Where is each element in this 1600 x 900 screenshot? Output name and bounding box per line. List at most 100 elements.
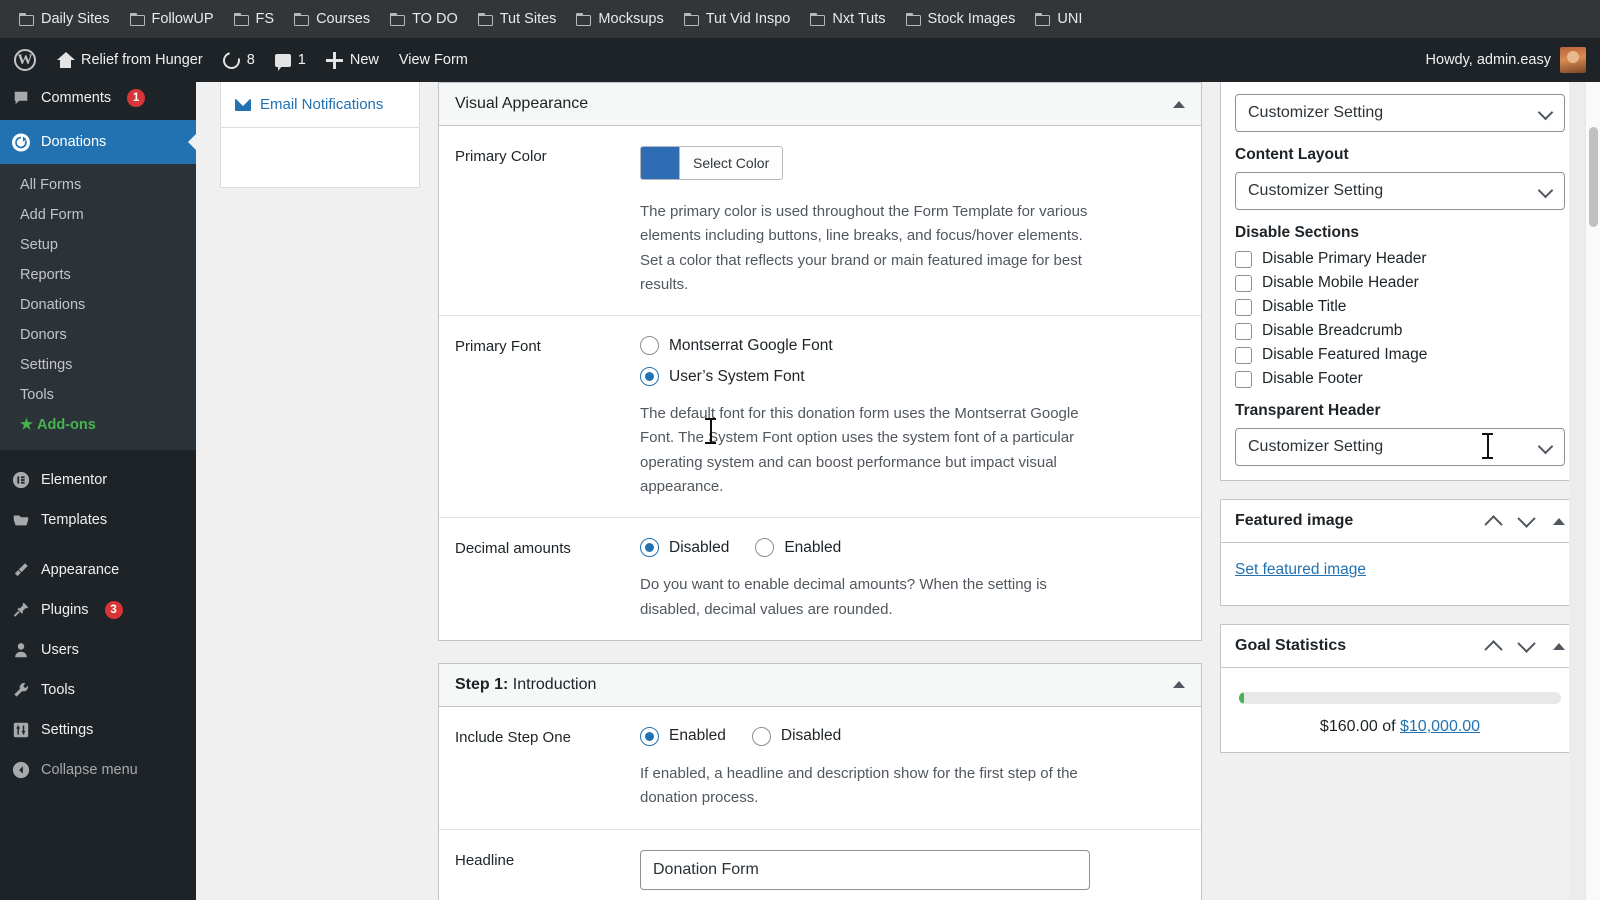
goal-target-amount[interactable]: $10,000.00 <box>1400 718 1480 735</box>
checkbox-box[interactable] <box>1235 322 1252 340</box>
move-down-icon[interactable] <box>1517 633 1536 653</box>
submenu-item-tools[interactable]: Tools <box>0 380 196 410</box>
collapse-toggle-icon[interactable] <box>1553 642 1565 650</box>
color-swatch <box>641 147 679 179</box>
submenu-item-donations[interactable]: Donations <box>0 290 196 320</box>
bookmark-followup[interactable]: FollowUP <box>121 7 223 31</box>
move-down-icon[interactable] <box>1517 508 1536 528</box>
radio-option-decimal-disabled[interactable]: Disabled <box>640 538 729 558</box>
checkbox-box[interactable] <box>1235 346 1252 364</box>
browser-scrollbar[interactable] <box>1585 82 1600 900</box>
updates-link[interactable]: 8 <box>213 38 265 82</box>
sidebar-item-plugins[interactable]: Plugins 3 <box>0 590 196 630</box>
checkbox-box[interactable] <box>1235 250 1252 268</box>
folder-icon <box>390 12 406 26</box>
radio-button[interactable] <box>755 538 775 558</box>
bookmark-daily-sites[interactable]: Daily Sites <box>10 7 119 31</box>
bookmark-to-do[interactable]: TO DO <box>381 7 467 31</box>
field-label: Headline <box>455 851 515 869</box>
radio-option-step-enabled[interactable]: Enabled <box>640 726 726 746</box>
right-sidebar: Customizer Setting Content Layout Custom… <box>1220 82 1580 900</box>
goal-statistics-header: Goal Statistics <box>1221 625 1579 668</box>
main-content-area: Email Notifications Visual Appearance Pr… <box>196 82 1600 900</box>
checkbox-disable-footer[interactable]: Disable Footer <box>1235 370 1565 388</box>
checkbox-box[interactable] <box>1235 274 1252 292</box>
step-one-header[interactable]: Step 1: Introduction <box>439 663 1201 707</box>
headline-input[interactable] <box>640 849 1090 890</box>
panel-title: Visual Appearance <box>455 95 589 112</box>
submenu-item-add-form[interactable]: Add Form <box>0 200 196 230</box>
visual-appearance-panel: Visual Appearance Primary Color Select C… <box>438 82 1202 641</box>
sidebar-item-label: Appearance <box>41 561 120 578</box>
radio-button[interactable] <box>640 336 659 356</box>
submenu-item-all-forms[interactable]: All Forms <box>0 170 196 200</box>
sidebar-item-comments[interactable]: Comments 1 <box>0 82 196 120</box>
select-value: Customizer Setting <box>1248 182 1384 199</box>
sidebar-item-elementor[interactable]: Elementor <box>0 460 196 500</box>
checkbox-disable-breadcrumb[interactable]: Disable Breadcrumb <box>1235 322 1565 340</box>
move-up-icon[interactable] <box>1484 514 1503 534</box>
bookmark-uni[interactable]: UNI <box>1026 7 1091 31</box>
goal-progress-text: $160.00 of $10,000.00 <box>1235 718 1565 742</box>
submenu-item-setup[interactable]: Setup <box>0 230 196 260</box>
bookmark-mocksups[interactable]: Mocksups <box>567 7 672 31</box>
checkbox-disable-primary-header[interactable]: Disable Primary Header <box>1235 250 1565 268</box>
bookmark-tut-vid-inspo[interactable]: Tut Vid Inspo <box>675 7 800 31</box>
checkbox-disable-mobile-header[interactable]: Disable Mobile Header <box>1235 274 1565 292</box>
submenu-item-reports[interactable]: Reports <box>0 260 196 290</box>
visual-appearance-header[interactable]: Visual Appearance <box>439 83 1201 126</box>
submenu-item-addons[interactable]: ★ Add-ons <box>0 410 196 440</box>
view-form-label: View Form <box>398 52 468 68</box>
collapse-toggle-icon[interactable] <box>1173 100 1185 108</box>
checkbox-disable-featured-image[interactable]: Disable Featured Image <box>1235 346 1565 364</box>
wordpress-logo-button[interactable]: W <box>0 38 46 82</box>
sidebar-item-appearance[interactable]: Appearance <box>0 550 196 590</box>
top-customizer-select[interactable]: Customizer Setting <box>1235 94 1565 132</box>
collapse-toggle-icon[interactable] <box>1553 517 1565 525</box>
new-content-link[interactable]: New <box>316 38 389 82</box>
submenu-item-settings[interactable]: Settings <box>0 350 196 380</box>
view-form-link[interactable]: View Form <box>389 38 478 82</box>
updates-count: 8 <box>246 52 255 68</box>
radio-label: Disabled <box>780 727 842 745</box>
sidebar-item-donations[interactable]: Donations <box>0 120 196 164</box>
transparent-header-select[interactable]: Customizer Setting <box>1235 428 1565 466</box>
radio-button[interactable] <box>751 726 771 746</box>
submenu-item-donors[interactable]: Donors <box>0 320 196 350</box>
admin-bar-account-area[interactable]: Howdy, admin.easy <box>1426 38 1600 82</box>
bookmark-label: Daily Sites <box>41 11 110 27</box>
radio-button[interactable] <box>640 726 659 746</box>
radio-button[interactable] <box>640 367 659 387</box>
move-up-icon[interactable] <box>1484 639 1503 659</box>
sidebar-item-templates[interactable]: Templates <box>0 500 196 540</box>
tab-email-notifications[interactable]: Email Notifications <box>221 82 419 128</box>
radio-option-montserrat[interactable]: Montserrat Google Font <box>640 336 1185 356</box>
bookmark-nxt-tuts[interactable]: Nxt Tuts <box>801 7 894 31</box>
collapse-toggle-icon[interactable] <box>1173 681 1185 689</box>
browser-bookmarks-bar: Daily Sites FollowUP FS Courses TO DO Tu… <box>0 0 1600 38</box>
sidebar-item-settings[interactable]: Settings <box>0 710 196 750</box>
bookmark-tut-sites[interactable]: Tut Sites <box>469 7 566 31</box>
radio-option-decimal-enabled[interactable]: Enabled <box>755 538 841 558</box>
set-featured-image-link[interactable]: Set featured image <box>1235 561 1366 578</box>
radio-option-step-disabled[interactable]: Disabled <box>751 726 842 746</box>
bookmark-stock-images[interactable]: Stock Images <box>897 7 1025 31</box>
scrollbar-thumb[interactable] <box>1589 127 1598 227</box>
checkbox-disable-title[interactable]: Disable Title <box>1235 298 1565 316</box>
checkbox-box[interactable] <box>1235 370 1252 388</box>
sidebar-item-tools[interactable]: Tools <box>0 670 196 710</box>
sidebar-item-collapse-menu[interactable]: Collapse menu <box>0 750 196 790</box>
checkbox-box[interactable] <box>1235 298 1252 316</box>
comments-link[interactable]: 1 <box>265 38 316 82</box>
bookmark-fs[interactable]: FS <box>225 7 284 31</box>
field-label: Include Step One <box>455 728 571 746</box>
bookmark-label: Mocksups <box>598 11 664 27</box>
radio-option-system-font[interactable]: User’s System Font <box>640 367 1185 387</box>
inner-scroll-track[interactable] <box>1569 82 1585 900</box>
content-layout-select[interactable]: Customizer Setting <box>1235 172 1565 210</box>
select-color-button[interactable]: Select Color <box>640 146 784 180</box>
radio-button[interactable] <box>640 538 659 558</box>
sidebar-item-users[interactable]: Users <box>0 630 196 670</box>
site-name-link[interactable]: Relief from Hunger <box>46 38 213 82</box>
bookmark-courses[interactable]: Courses <box>285 7 379 31</box>
